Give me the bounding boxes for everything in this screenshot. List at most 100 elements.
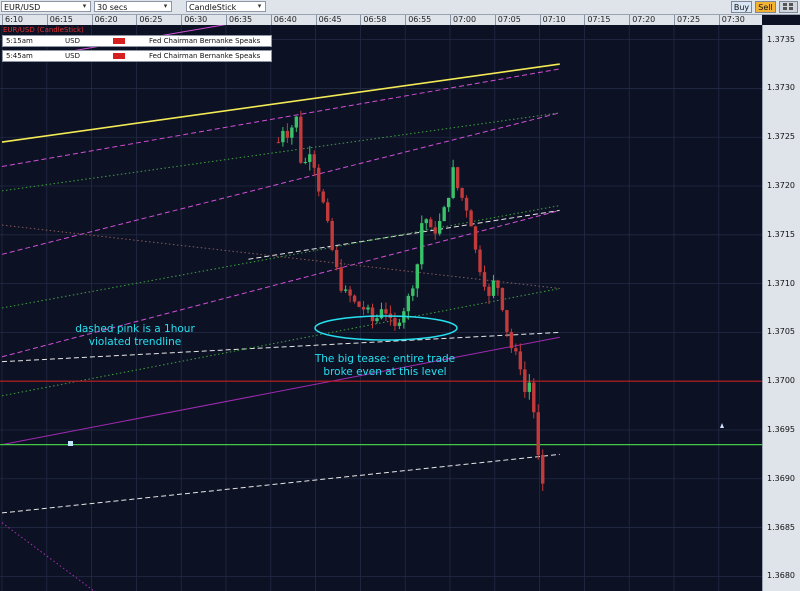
candle	[294, 116, 299, 128]
time-tick-label: 07:20	[629, 15, 655, 25]
buy-button[interactable]: Buy	[731, 1, 752, 13]
candle	[406, 295, 411, 312]
price-tick-label: 1.3715	[767, 229, 795, 239]
candle	[478, 249, 482, 273]
event-row[interactable]: 5:45am USD Fed Chairman Bernanke Speaks	[2, 50, 272, 62]
candle	[518, 351, 523, 370]
candle	[276, 142, 281, 144]
time-tick-label: 07:10	[539, 15, 566, 25]
chevron-down-icon[interactable]: ▾	[80, 2, 89, 11]
time-tick-label: 07:30	[718, 15, 745, 25]
time-tick-label: 07:15	[584, 15, 610, 25]
candle	[460, 188, 464, 198]
candle	[281, 130, 285, 143]
candle	[446, 197, 451, 208]
candle	[420, 223, 424, 265]
time-tick-label: 06:20	[91, 15, 118, 25]
chart-type-value: CandleStick	[189, 3, 237, 12]
event-time: 5:45am	[6, 52, 33, 60]
chevron-down-icon[interactable]: ▾	[161, 2, 170, 11]
candle	[523, 369, 527, 392]
candle	[352, 295, 357, 302]
candle	[505, 310, 509, 332]
price-tick-label: 1.3680	[767, 571, 795, 581]
candle	[339, 267, 343, 291]
candle	[361, 306, 366, 310]
candle	[442, 207, 446, 222]
sell-button[interactable]: Sell	[755, 1, 776, 13]
candle	[285, 130, 290, 138]
candle	[487, 286, 491, 296]
symbol-value: EUR/USD	[4, 3, 41, 12]
chart-type-select[interactable]: CandleStick ▾	[186, 1, 266, 12]
candle	[343, 289, 348, 291]
candle	[370, 307, 375, 322]
event-row[interactable]: 5:15am USD Fed Chairman Bernanke Speaks	[2, 35, 272, 47]
time-tick-label: 06:40	[270, 15, 297, 25]
candle	[527, 382, 531, 392]
event-text: Fed Chairman Bernanke Speaks	[149, 37, 261, 45]
price-tick-label: 1.3735	[767, 34, 795, 44]
candle	[290, 127, 294, 138]
price-tick-label: 1.3700	[767, 376, 795, 386]
toolbar: EUR/USD ▾ 30 secs ▾ CandleStick ▾ Buy Se…	[0, 0, 800, 15]
candle	[424, 219, 428, 224]
candle	[500, 287, 505, 311]
candle	[379, 309, 384, 319]
candle	[491, 280, 496, 296]
time-tick-label: 06:55	[405, 15, 431, 25]
candle	[308, 154, 312, 163]
candle	[429, 219, 433, 228]
candle	[366, 307, 370, 310]
candle	[455, 167, 460, 189]
chart-legend: EUR/USD (CandleStick)	[3, 26, 84, 34]
candle	[464, 197, 469, 211]
candle	[532, 382, 536, 413]
candle	[299, 116, 303, 163]
candle	[415, 264, 419, 289]
event-currency: USD	[65, 37, 80, 45]
price-chart[interactable]	[0, 25, 762, 591]
candle	[334, 249, 339, 268]
pink-trendline-note: dashed pink is a 1hour violated trendlin…	[75, 323, 195, 348]
candle	[536, 412, 540, 455]
candle	[375, 318, 379, 322]
candle	[437, 221, 442, 234]
interval-value: 30 secs	[97, 3, 128, 12]
time-tick-label: 6:10	[2, 15, 23, 25]
price-tick-label: 1.3695	[767, 424, 795, 434]
candle	[473, 226, 478, 250]
time-tick-label: 06:15	[46, 15, 73, 25]
time-tick-label: 06:30	[181, 15, 207, 25]
event-time: 5:15am	[6, 37, 33, 45]
grid-settings-icon[interactable]	[779, 1, 798, 13]
price-tick-label: 1.3690	[767, 473, 795, 483]
economic-events: 5:15am USD Fed Chairman Bernanke Speaks …	[2, 35, 272, 65]
candle	[303, 162, 307, 164]
price-tick-label: 1.3710	[767, 278, 795, 288]
time-tick-label: 06:58	[360, 15, 386, 25]
candle	[509, 331, 514, 349]
impact-flag-icon	[113, 38, 125, 44]
time-tick-label: 06:25	[136, 15, 162, 25]
event-currency: USD	[65, 52, 80, 60]
interval-select[interactable]: 30 secs ▾	[94, 1, 172, 12]
candle	[384, 309, 388, 314]
candle	[325, 202, 330, 221]
candle	[433, 227, 437, 234]
candle	[312, 154, 316, 168]
symbol-select[interactable]: EUR/USD ▾	[1, 1, 91, 12]
candle	[321, 191, 325, 203]
price-tick-label: 1.3705	[767, 327, 795, 337]
candle	[469, 210, 473, 227]
time-tick-label: 07:25	[674, 15, 700, 25]
chevron-down-icon[interactable]: ▾	[255, 2, 264, 11]
candle	[482, 272, 487, 287]
line-handle[interactable]	[68, 441, 73, 446]
candle	[451, 167, 455, 198]
time-tick-label: 06:35	[226, 15, 252, 25]
candle	[330, 220, 334, 250]
time-tick-label: 07:00	[450, 15, 476, 25]
price-tick-label: 1.3725	[767, 132, 795, 142]
chart-window: { "toolbar": { "symbol": "EUR/USD", "int…	[0, 0, 800, 591]
